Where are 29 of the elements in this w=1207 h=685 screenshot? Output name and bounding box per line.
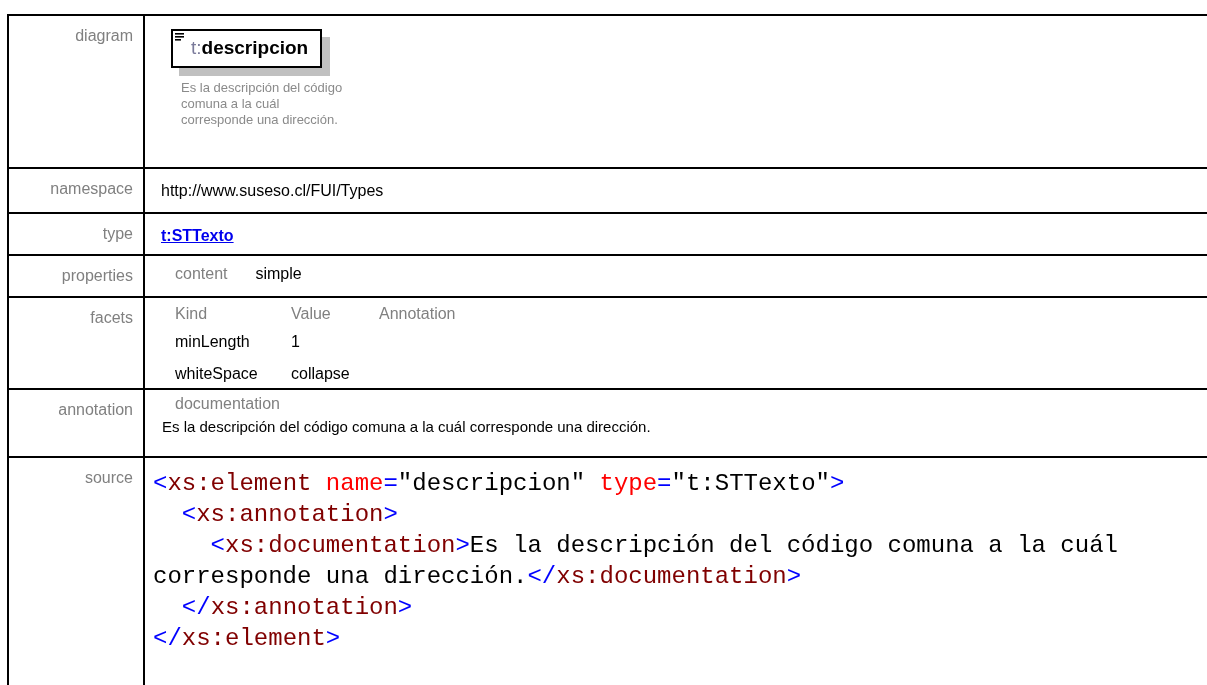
row-label: namespace <box>50 180 133 197</box>
row-label: facets <box>90 309 133 326</box>
documentation-text: corresponde una dirección. <box>181 111 339 128</box>
type-link[interactable]: t:STTexto <box>161 227 234 244</box>
code-line: </xs:annotation> <box>180 593 414 623</box>
row-label: type <box>102 225 133 242</box>
facet-cell-text: minLength <box>175 332 251 352</box>
row-label: diagram <box>75 27 133 44</box>
annotation-heading: documentation <box>175 394 281 414</box>
property-name: content <box>175 264 228 284</box>
code-line: </xs:element> <box>153 624 342 654</box>
code-line: <xs:documentation>Es la descripción del código comuna a la cuál corresponde una dirección.</xs:documentation> <box>153 531 1119 592</box>
facet-cell-text: 1 <box>291 332 301 352</box>
facet-cell-text: collapse <box>291 364 351 384</box>
column-header: Value <box>291 304 332 324</box>
documentation-text: comuna a la cuál <box>181 95 281 112</box>
code-line: <xs:element name="descripcion" type="t:STTexto"> <box>153 469 846 499</box>
column-header: Annotation <box>379 304 457 324</box>
namespace-value: http://www.suseso.cl/FUI/Types <box>161 182 384 199</box>
column-header: Kind <box>175 304 209 324</box>
documentation-text: Es la descripción del código <box>181 79 344 96</box>
row-label: source <box>84 469 133 486</box>
facet-cell-text: whiteSpace <box>175 364 259 384</box>
property-value: simple <box>255 264 302 284</box>
row-label: annotation <box>58 401 133 418</box>
code-line: <xs:annotation> <box>180 500 399 530</box>
annotation-text: Es la descripción del código comuna a la cuál corresponde una dirección. <box>162 417 652 437</box>
lines-icon <box>175 33 184 41</box>
row-label: properties <box>61 267 133 284</box>
